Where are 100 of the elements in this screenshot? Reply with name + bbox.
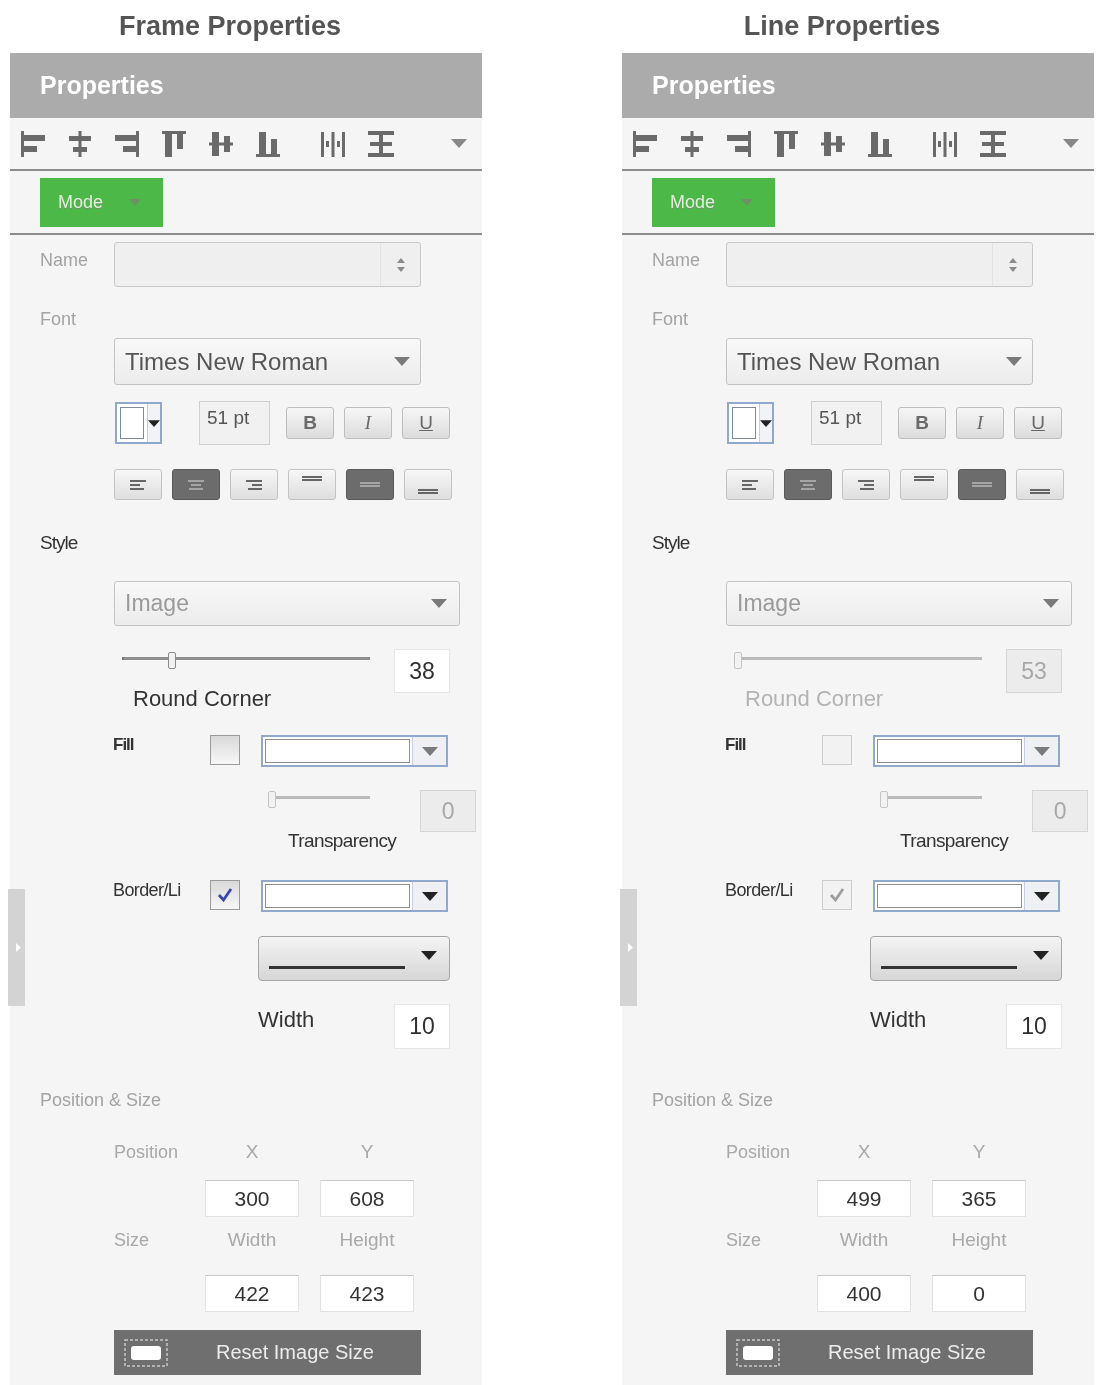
- height-field[interactable]: 423: [320, 1275, 414, 1312]
- caret-icon[interactable]: [451, 139, 467, 148]
- fill-color-dropdown[interactable]: [873, 735, 1060, 767]
- x-field[interactable]: 499: [817, 1180, 911, 1217]
- caret-icon: [129, 199, 142, 206]
- reset-image-size-button[interactable]: Reset Image Size: [726, 1330, 1033, 1375]
- spinner-icon[interactable]: [1007, 256, 1018, 273]
- round-corner-slider[interactable]: [122, 651, 370, 671]
- name-label: Name: [40, 249, 89, 271]
- italic-button[interactable]: I: [956, 407, 1004, 439]
- width-field[interactable]: 10: [394, 1004, 450, 1049]
- caret-icon: [1033, 951, 1049, 960]
- transparency-label: Transparency: [900, 830, 1009, 852]
- distribute-vertical-icon[interactable]: [368, 130, 394, 157]
- collapse-handle[interactable]: [620, 889, 637, 1006]
- font-label: Font: [40, 309, 78, 331]
- color-swatch-icon: [732, 407, 756, 439]
- checkmark-icon: [216, 886, 234, 904]
- align-right-icon[interactable]: [115, 130, 139, 157]
- align-center-icon[interactable]: [680, 130, 704, 157]
- border-line-label: Border/Li: [113, 880, 182, 901]
- align-center-button[interactable]: [784, 469, 832, 500]
- bold-button[interactable]: B: [898, 407, 946, 439]
- panel-title: Line Properties: [743, 11, 941, 42]
- align-bottom-icon[interactable]: [868, 130, 892, 157]
- line-icon: [269, 966, 405, 969]
- border-line-label: Border/Li: [725, 880, 794, 901]
- align-middle-icon[interactable]: [821, 130, 845, 157]
- font-dropdown[interactable]: Times New Roman: [114, 338, 421, 385]
- align-right-button[interactable]: [230, 469, 278, 500]
- color-picker[interactable]: [115, 402, 162, 444]
- width-field[interactable]: 400: [817, 1275, 911, 1312]
- style-label: Style: [40, 532, 79, 555]
- align-left-button[interactable]: [114, 469, 162, 500]
- align-middle-icon[interactable]: [209, 130, 233, 157]
- align-top-icon[interactable]: [774, 130, 798, 157]
- line-style-dropdown[interactable]: [258, 936, 450, 981]
- align-top-button[interactable]: [900, 469, 948, 500]
- font-size-field[interactable]: 51 pt: [199, 401, 270, 445]
- border-color-dropdown[interactable]: [873, 880, 1060, 912]
- font-size-field[interactable]: 51 pt: [811, 401, 882, 445]
- y-field[interactable]: 365: [932, 1180, 1026, 1217]
- align-center-icon[interactable]: [68, 130, 92, 157]
- slider-thumb[interactable]: [167, 652, 176, 669]
- x-field[interactable]: 300: [205, 1180, 299, 1217]
- underline-button[interactable]: U: [402, 407, 450, 439]
- align-right-icon[interactable]: [727, 130, 751, 157]
- align-top-icon[interactable]: [162, 130, 186, 157]
- fill-checkbox[interactable]: [210, 735, 240, 765]
- align-center-icon: [188, 479, 204, 490]
- align-middle-icon: [360, 482, 380, 487]
- distribute-vertical-icon[interactable]: [980, 130, 1006, 157]
- border-checkbox[interactable]: [210, 880, 240, 910]
- panel-title: Frame Properties: [118, 11, 342, 42]
- italic-button[interactable]: I: [344, 407, 392, 439]
- align-bottom-button[interactable]: [1016, 469, 1064, 500]
- y-field[interactable]: 608: [320, 1180, 414, 1217]
- border-color-dropdown[interactable]: [261, 880, 448, 912]
- height-label: Height: [950, 1229, 1008, 1251]
- y-label: Y: [359, 1141, 375, 1163]
- color-swatch-icon: [877, 884, 1022, 908]
- color-picker[interactable]: [727, 402, 774, 444]
- font-dropdown[interactable]: Times New Roman: [726, 338, 1033, 385]
- fill-color-dropdown[interactable]: [261, 735, 448, 767]
- size-label: Size: [114, 1229, 150, 1251]
- round-corner-value-field[interactable]: 38: [394, 649, 450, 693]
- align-left-icon[interactable]: [633, 130, 657, 157]
- align-center-button[interactable]: [172, 469, 220, 500]
- bold-button[interactable]: B: [286, 407, 334, 439]
- round-corner-slider[interactable]: [734, 651, 982, 671]
- caret-icon: [741, 199, 754, 206]
- dashed-frame-icon: [736, 1338, 780, 1367]
- align-right-button[interactable]: [842, 469, 890, 500]
- distribute-horizontal-icon[interactable]: [933, 130, 957, 157]
- align-left-icon[interactable]: [21, 130, 45, 157]
- align-bottom-button[interactable]: [404, 469, 452, 500]
- width-field[interactable]: 10: [1006, 1004, 1062, 1049]
- caret-icon: [1033, 746, 1050, 756]
- align-left-button[interactable]: [726, 469, 774, 500]
- height-field[interactable]: 0: [932, 1275, 1026, 1312]
- align-bottom-icon: [418, 489, 438, 494]
- spinner-icon[interactable]: [395, 256, 406, 273]
- transparency-slider[interactable]: [268, 790, 370, 810]
- collapse-handle[interactable]: [8, 889, 25, 1006]
- align-middle-button[interactable]: [958, 469, 1006, 500]
- align-bottom-icon[interactable]: [256, 130, 280, 157]
- width-field[interactable]: 422: [205, 1275, 299, 1312]
- checkmark-icon: [828, 886, 846, 904]
- align-middle-button[interactable]: [346, 469, 394, 500]
- reset-image-size-button[interactable]: Reset Image Size: [114, 1330, 421, 1375]
- transparency-slider[interactable]: [880, 790, 982, 810]
- line-style-dropdown[interactable]: [870, 936, 1062, 981]
- distribute-horizontal-icon[interactable]: [321, 130, 345, 157]
- caret-icon[interactable]: [1063, 139, 1079, 148]
- align-top-button[interactable]: [288, 469, 336, 500]
- caret-icon: [431, 599, 447, 608]
- caret-icon: [1006, 357, 1022, 366]
- name-field[interactable]: [114, 242, 421, 287]
- underline-button[interactable]: U: [1014, 407, 1062, 439]
- name-field[interactable]: [726, 242, 1033, 287]
